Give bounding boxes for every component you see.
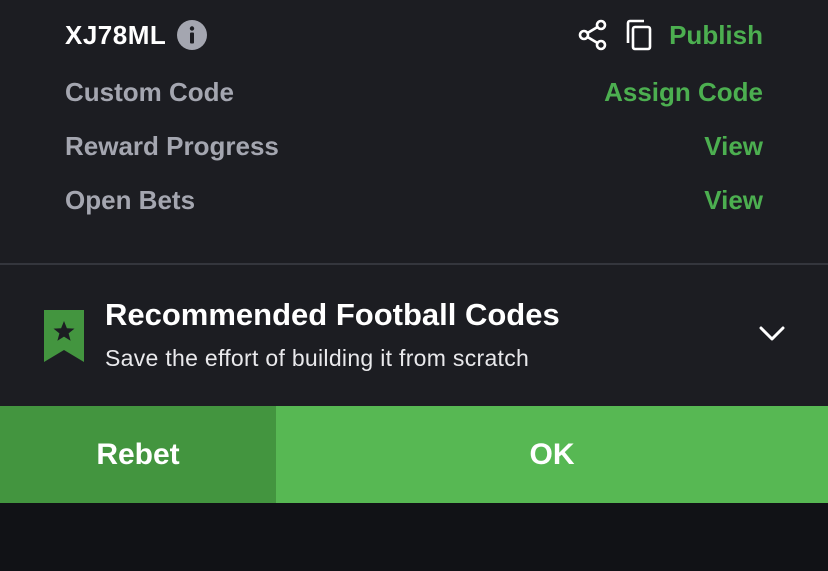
assign-code-link[interactable]: Assign Code <box>604 77 763 108</box>
custom-code-row: Custom Code Assign Code <box>65 72 763 112</box>
ok-button[interactable]: OK <box>276 406 828 503</box>
booking-code: XJ78ML <box>65 19 167 50</box>
open-bets-view-link[interactable]: View <box>704 185 763 216</box>
bookmark-star-icon <box>44 310 84 362</box>
info-icon[interactable] <box>176 19 208 51</box>
recommended-codes-section[interactable]: Recommended Football Codes Save the effo… <box>0 265 828 406</box>
chevron-down-icon[interactable] <box>757 319 787 349</box>
publish-link[interactable]: Publish <box>669 20 763 51</box>
recommended-subtitle: Save the effort of building it from scra… <box>105 345 530 371</box>
booking-code-group: XJ78ML <box>65 19 208 51</box>
copy-icon[interactable] <box>623 18 655 52</box>
booking-details-panel: XJ78ML Publish Custom Code Assign Code R… <box>0 0 828 263</box>
reward-progress-label: Reward Progress <box>65 130 279 161</box>
open-bets-label: Open Bets <box>65 184 196 215</box>
bottom-bar <box>0 503 828 571</box>
reward-progress-view-link[interactable]: View <box>704 131 763 162</box>
booking-actions: Publish <box>577 18 763 52</box>
recommended-title: Recommended Football Codes <box>105 297 560 332</box>
booking-code-row: XJ78ML Publish <box>65 15 763 55</box>
action-buttons: Rebet OK <box>0 406 828 503</box>
open-bets-row: Open Bets View <box>65 180 763 220</box>
rebet-button[interactable]: Rebet <box>0 406 276 503</box>
custom-code-label: Custom Code <box>65 76 234 107</box>
share-icon[interactable] <box>577 18 609 52</box>
reward-progress-row: Reward Progress View <box>65 126 763 166</box>
